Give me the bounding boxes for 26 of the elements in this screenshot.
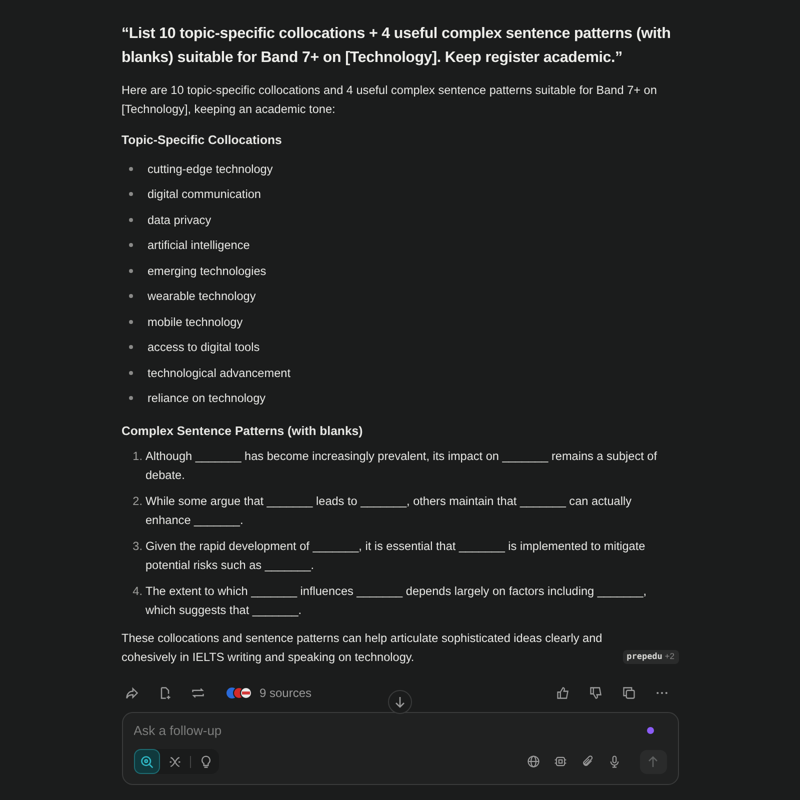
collocation-item: emerging technologies	[148, 264, 266, 278]
sentence-pattern: Although _______ has become increasingly prevalent, its impact on _______ remains a subject of debate.	[146, 448, 658, 484]
collocation-item: technological advancement	[148, 366, 290, 380]
sources-button[interactable]: 9 sources	[224, 686, 312, 700]
collocation-item: artificial intelligence	[148, 238, 250, 252]
sentence-pattern: The extent to which _______ influences _______ depends largely on factors including _______, which suggests that _______.	[146, 583, 648, 619]
section-heading: Topic-Specific Collocations	[122, 132, 283, 149]
sentence-pattern: Given the rapid development of _______, it is essential that _______ is implemented to mitigate potential risks such as _______.	[146, 538, 646, 574]
intro-paragraph: Here are 10 topic-specific collocations and 4 useful complex sentence patterns suitable for Band 7+ on [Technology], keeping an academic tone:	[122, 82, 658, 118]
collocation-item: mobile technology	[148, 314, 243, 329]
query-title: “List 10 topic-specific collocations + 4 useful complex sentence patterns (with blanks) suitable for Band 7+ on [Technology]. Keep register academic.”	[122, 24, 672, 68]
follow-up-input[interactable]: Ask a follow-up	[134, 723, 646, 738]
collocation-item: data privacy	[148, 212, 212, 227]
list-number: 2.	[132, 493, 142, 510]
sentence-pattern: While some argue that _______ leads to _______, others maintain that _______ can actually enhance _______.	[146, 493, 632, 529]
section-heading: Complex Sentence Patterns (with blanks)	[122, 423, 364, 440]
closing-paragraph: These collocations and sentence patterns can help articulate sophisticated ideas clearly and cohesively in IELTS writing and speaking on technology.	[122, 630, 604, 666]
list-number: 1.	[132, 448, 142, 465]
list-number: 3.	[132, 538, 142, 555]
collocation-item: digital communication	[148, 187, 261, 202]
list-number: 4.	[132, 583, 142, 600]
collocation-item: reliance on technology	[148, 391, 266, 406]
collocation-item: wearable technology	[148, 289, 256, 304]
collocation-item: cutting-edge technology	[148, 162, 273, 176]
collocation-item: access to digital tools	[148, 340, 260, 354]
citation-badge[interactable]: prepedu +2	[622, 650, 678, 664]
